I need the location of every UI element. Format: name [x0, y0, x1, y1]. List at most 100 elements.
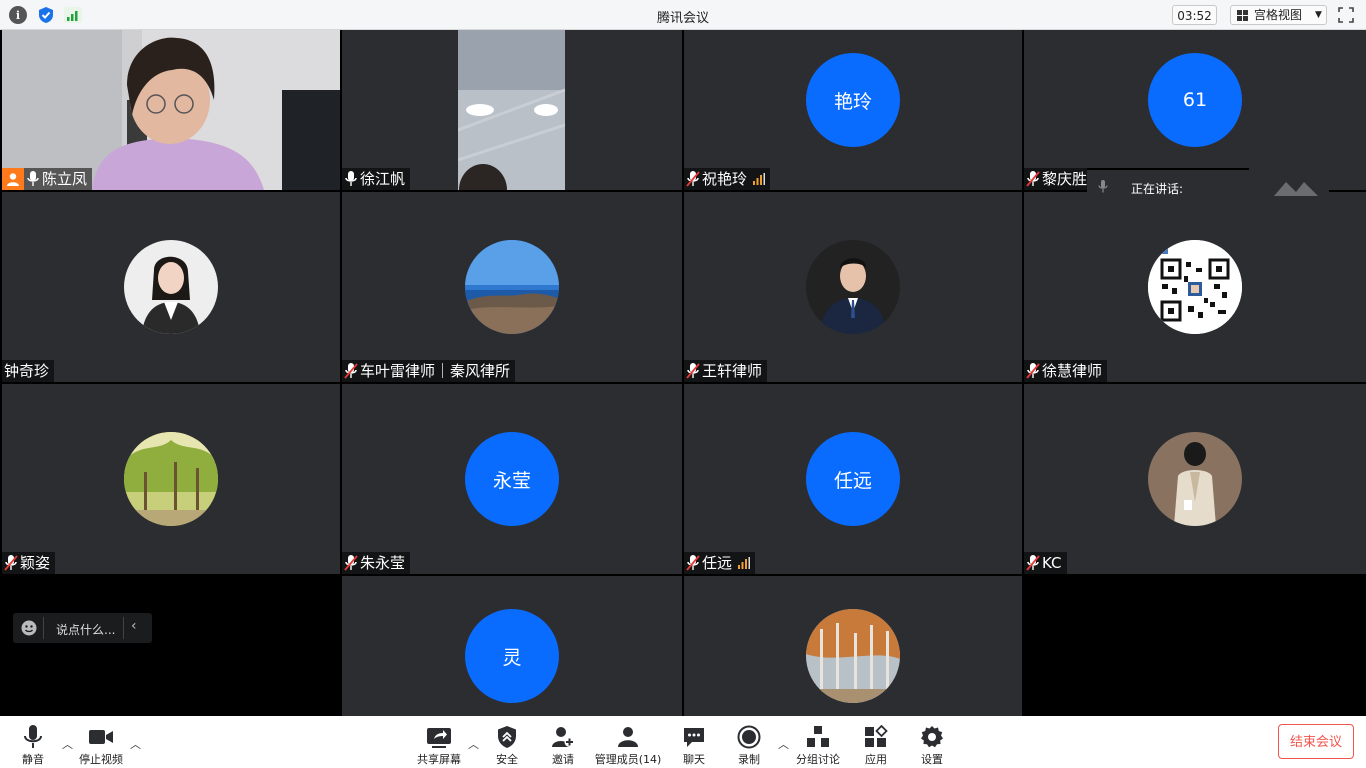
participant-tile[interactable]: 王轩律师	[684, 192, 1022, 382]
participant-name: 颖姿	[20, 554, 51, 572]
avatar: 艳玲	[806, 53, 900, 147]
participant-tile[interactable]: KC	[1024, 384, 1366, 574]
participant-tile[interactable]: 陈立凤	[2, 30, 340, 190]
security-button[interactable]: 安全	[491, 725, 523, 767]
muted-microphone-icon	[686, 363, 700, 379]
participant-tile[interactable]: 徐江帆	[342, 30, 682, 190]
participant-nametag: 朱永莹	[342, 552, 411, 574]
chevron-up-icon[interactable]: ︿	[62, 736, 73, 752]
emoji-icon[interactable]	[21, 620, 37, 636]
avatar	[806, 609, 900, 703]
camera-feed	[458, 30, 565, 190]
video-grid: 陈立凤 徐江帆 艳玲 祝艳玲 61 黎庆胜 钟奇珍 车叶雷律师｜秦风律所 王轩律…	[0, 30, 1366, 716]
avatar-photo	[806, 609, 900, 703]
participant-name: 陈立凤	[42, 170, 88, 188]
invite-label: 邀请	[552, 753, 574, 766]
settings-label: 设置	[921, 753, 943, 766]
microphone-icon	[345, 171, 357, 186]
share-screen-icon	[427, 728, 451, 748]
mute-button[interactable]: 静音	[16, 725, 50, 767]
participant-nametag: 徐江帆	[342, 168, 411, 190]
fullscreen-icon[interactable]	[1338, 7, 1354, 23]
participant-tile[interactable]: 车叶雷律师｜秦风律所	[342, 192, 682, 382]
avatar	[124, 432, 218, 526]
breakout-button[interactable]: 分组讨论	[795, 725, 841, 767]
participant-nametag: 任远	[684, 552, 756, 574]
muted-microphone-icon	[1026, 363, 1040, 379]
avatar	[124, 240, 218, 334]
muted-microphone-icon	[344, 555, 358, 571]
avatar	[1148, 432, 1242, 526]
participant-nametag: 祝艳玲	[684, 168, 771, 190]
avatar: 61	[1148, 53, 1242, 147]
divider	[123, 617, 124, 639]
avatar-photo	[465, 240, 559, 334]
network-signal-icon[interactable]	[64, 6, 82, 24]
participant-tile[interactable]: 任远 任远	[684, 384, 1022, 574]
avatar	[465, 240, 559, 334]
chevron-up-icon[interactable]: ︿	[130, 736, 141, 752]
signal-bars-icon	[738, 557, 751, 569]
end-meeting-button[interactable]: 结束会议	[1278, 724, 1354, 759]
share-screen-button[interactable]: 共享屏幕	[414, 725, 464, 767]
participant-name: 车叶雷律师｜秦风律所	[360, 362, 511, 380]
muted-microphone-icon	[344, 363, 358, 379]
manage-members-button[interactable]: 管理成员(14)	[594, 725, 662, 767]
chat-button[interactable]: 聊天	[678, 725, 710, 767]
speaking-label: 正在讲话:	[1131, 182, 1184, 196]
breakout-rooms-icon	[807, 726, 829, 747]
muted-microphone-icon	[686, 555, 700, 571]
stop-video-button[interactable]: 停止视频	[76, 725, 126, 767]
participant-tile[interactable]: 灵	[342, 576, 682, 716]
meeting-timer: 03:52	[1172, 5, 1217, 25]
avatar-photo	[124, 240, 218, 334]
speaking-divider	[1087, 168, 1249, 170]
breakout-label: 分组讨论	[796, 753, 840, 766]
muted-microphone-icon	[686, 171, 700, 187]
avatar: 永莹	[465, 432, 559, 526]
speaking-logo-icon	[1274, 182, 1318, 196]
participant-nametag: KC	[1024, 552, 1067, 574]
participant-tile[interactable]: 艳玲 祝艳玲	[684, 30, 1022, 190]
participant-tile[interactable]: 徐慧律师	[1024, 192, 1366, 382]
participant-name: 徐慧律师	[1042, 362, 1103, 380]
chevron-up-icon[interactable]: ︿	[468, 736, 479, 752]
chat-bubble-icon	[684, 728, 704, 747]
info-icon[interactable]: i	[9, 6, 27, 24]
camera-feed	[2, 30, 340, 190]
participant-nametag: 王轩律师	[684, 360, 768, 382]
muted-microphone-icon	[4, 555, 18, 571]
invite-button[interactable]: 邀请	[547, 725, 579, 767]
participant-name: 祝艳玲	[702, 170, 748, 188]
view-mode-dropdown[interactable]: 宫格视图 ▼	[1230, 5, 1327, 25]
apps-button[interactable]: 应用	[860, 725, 892, 767]
participant-tile[interactable]: 61 黎庆胜	[1024, 30, 1366, 190]
chevron-up-icon[interactable]: ︿	[778, 736, 789, 752]
apps-icon	[865, 725, 888, 747]
window-title: 腾讯会议	[656, 11, 709, 26]
security-shield-icon[interactable]	[37, 6, 55, 24]
video-camera-icon	[89, 730, 113, 744]
grid-view-icon	[1237, 10, 1248, 21]
chat-placeholder[interactable]: 说点什么...	[56, 621, 115, 638]
participant-name: 朱永莹	[360, 554, 406, 572]
participant-tile[interactable]	[684, 576, 1022, 716]
mute-label: 静音	[22, 753, 44, 766]
qr-code-icon	[1148, 240, 1242, 334]
settings-button[interactable]: 设置	[916, 725, 948, 767]
chat-input-bar[interactable]: 说点什么... ‹	[13, 613, 152, 643]
manage-members-label: 管理成员(14)	[594, 753, 662, 766]
participant-nametag: 徐慧律师	[1024, 360, 1108, 382]
signal-bars-icon	[753, 173, 766, 185]
participant-name: 王轩律师	[702, 362, 763, 380]
muted-microphone-icon	[1026, 171, 1040, 187]
microphone-icon	[1098, 180, 1108, 193]
divider	[43, 617, 44, 639]
participant-tile[interactable]: 永莹 朱永莹	[342, 384, 682, 574]
record-button[interactable]: 录制	[733, 725, 765, 767]
participant-tile[interactable]: 钟奇珍	[2, 192, 340, 382]
muted-microphone-icon	[1026, 555, 1040, 571]
gear-icon	[921, 726, 943, 748]
chevron-left-icon[interactable]: ‹	[131, 618, 137, 634]
participant-tile[interactable]: 颖姿	[2, 384, 340, 574]
